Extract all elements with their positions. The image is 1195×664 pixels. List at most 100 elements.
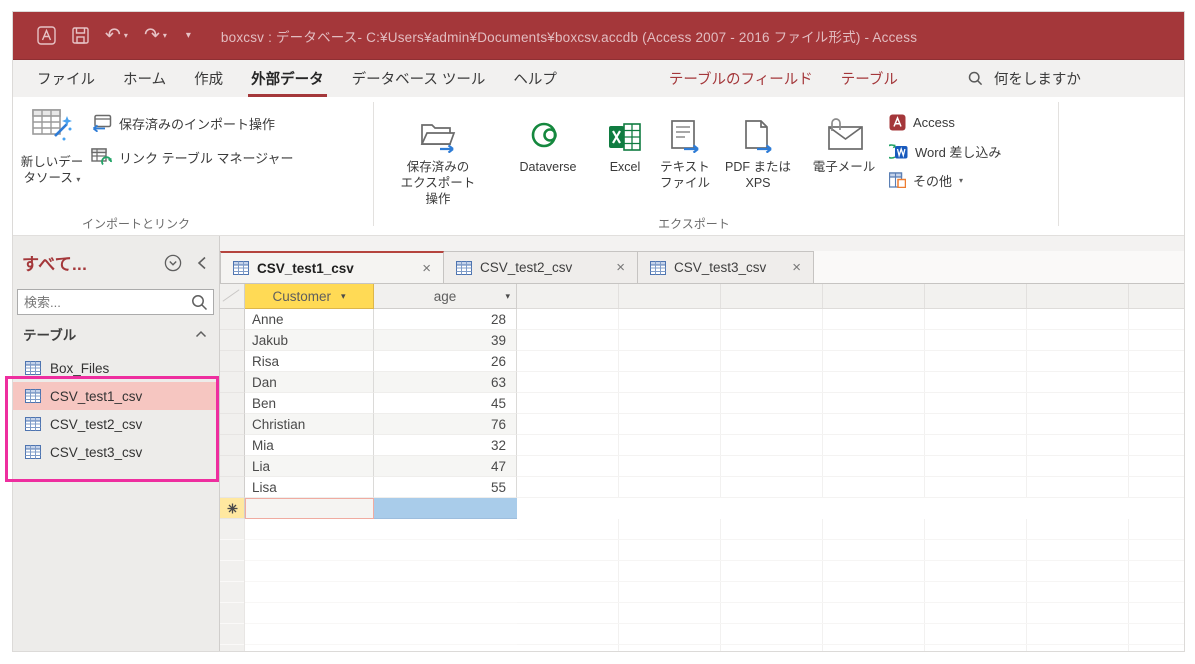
- nav-search-box[interactable]: [17, 289, 214, 315]
- row-selector[interactable]: [220, 351, 245, 372]
- tab-strip: CSV_test1_csv × CSV_test2_csv × CSV_test3_cs…: [220, 251, 1184, 284]
- ribbon-tab-4[interactable]: 外部データ: [237, 60, 338, 97]
- cell-customer[interactable]: Risa: [245, 351, 374, 372]
- new-data-source-label-2: タソース: [23, 171, 73, 185]
- more-export-icon: [889, 172, 906, 188]
- dataverse-button[interactable]: Dataverse: [505, 105, 591, 175]
- excel-icon: [609, 123, 641, 151]
- row-selector[interactable]: [220, 393, 245, 414]
- word-merge-button[interactable]: Word 差し込み: [889, 140, 1001, 162]
- redo-button[interactable]: ↷ ▾: [144, 26, 167, 45]
- ribbon-tab-3[interactable]: 作成: [180, 60, 237, 97]
- select-all-cell[interactable]: [220, 284, 245, 309]
- new-record-selector[interactable]: [220, 498, 245, 519]
- new-record-cell-customer[interactable]: [245, 498, 374, 519]
- cell-age[interactable]: 28: [374, 309, 517, 330]
- saved-imports-button[interactable]: 保存済みのインポート操作: [91, 111, 275, 135]
- cell-customer[interactable]: Lia: [245, 456, 374, 477]
- search-icon: [968, 71, 983, 86]
- shutter-close-icon[interactable]: [197, 256, 207, 270]
- cell-customer[interactable]: Anne: [245, 309, 374, 330]
- row-selector[interactable]: [220, 372, 245, 393]
- email-button[interactable]: 電子メール: [803, 105, 885, 175]
- row-selector[interactable]: [220, 414, 245, 435]
- cell-customer[interactable]: Jakub: [245, 330, 374, 351]
- nav-search-input[interactable]: [18, 290, 213, 314]
- cell-customer[interactable]: Mia: [245, 435, 374, 456]
- new-record-icon: [227, 503, 237, 513]
- saved-imports-icon: [92, 114, 112, 132]
- row-selector[interactable]: [220, 456, 245, 477]
- undo-button[interactable]: ↶ ▾: [105, 26, 128, 45]
- row-selector[interactable]: [220, 477, 245, 498]
- cell-customer[interactable]: Ben: [245, 393, 374, 414]
- title-bar: ↶ ▾ ↷ ▾ ▾ boxcsv : データベース- C:¥Users¥admin¥…: [13, 12, 1184, 60]
- ribbon-tab-8[interactable]: テーブル: [827, 60, 912, 97]
- close-icon[interactable]: ×: [420, 260, 433, 277]
- filter-dropdown-icon[interactable]: ▾: [505, 291, 510, 302]
- nav-pane-menu-icon[interactable]: [164, 254, 182, 272]
- cell-customer[interactable]: Christian: [245, 414, 374, 435]
- cell-age[interactable]: 55: [374, 477, 517, 498]
- column-header-age[interactable]: age ▾: [374, 284, 517, 309]
- cell-age[interactable]: 39: [374, 330, 517, 351]
- new-data-source-label-1: 新しいデー: [20, 155, 84, 169]
- excel-export-button[interactable]: Excel: [597, 105, 653, 175]
- new-record-cell-age[interactable]: [374, 498, 517, 519]
- table-row: Christian 76: [220, 414, 517, 435]
- document-tab-CSV_test2_csv[interactable]: CSV_test2_csv ×: [444, 251, 638, 283]
- document-tab-CSV_test3_csv[interactable]: CSV_test3_csv ×: [638, 251, 814, 283]
- row-selector[interactable]: [220, 435, 245, 456]
- access-export-button[interactable]: Access: [889, 111, 955, 133]
- ribbon-tab-1[interactable]: ファイル: [23, 60, 109, 97]
- more-export-label: その他: [913, 173, 953, 189]
- row-selector[interactable]: [220, 309, 245, 330]
- nav-pane-title[interactable]: すべて...: [22, 250, 87, 275]
- nav-item-CSV_test2_csv[interactable]: CSV_test2_csv: [13, 410, 219, 438]
- cell-age[interactable]: 47: [374, 456, 517, 477]
- new-data-source-button[interactable]: 新しいデー タソース ▾: [19, 102, 85, 229]
- save-icon[interactable]: [72, 27, 89, 44]
- cell-customer[interactable]: Lisa: [245, 477, 374, 498]
- tell-me-search[interactable]: 何をしますか: [968, 60, 1081, 97]
- ribbon-tab-7[interactable]: テーブルのフィールド: [655, 60, 827, 97]
- close-icon[interactable]: ×: [614, 259, 627, 276]
- cell-age[interactable]: 76: [374, 414, 517, 435]
- column-header-customer[interactable]: Customer ▾: [245, 284, 374, 309]
- document-tab-CSV_test1_csv[interactable]: CSV_test1_csv ×: [220, 251, 444, 283]
- nav-section-tables[interactable]: テーブル: [13, 322, 219, 346]
- linked-table-manager-button[interactable]: リンク テーブル マネージャー: [91, 145, 294, 169]
- cell-age[interactable]: 45: [374, 393, 517, 414]
- header-empty-area: [517, 284, 1184, 309]
- nav-item-CSV_test1_csv[interactable]: CSV_test1_csv: [13, 382, 219, 410]
- ribbon-tab-2[interactable]: ホーム: [109, 60, 180, 97]
- close-icon[interactable]: ×: [790, 259, 803, 276]
- table-row: Lisa 55: [220, 477, 517, 498]
- table-icon: [25, 417, 41, 431]
- table-row: Dan 63: [220, 372, 517, 393]
- access-export-label: Access: [913, 114, 955, 130]
- ribbon-tab-5[interactable]: データベース ツール: [338, 60, 500, 97]
- ribbon-tab-6[interactable]: ヘルプ: [499, 60, 571, 97]
- pdf-xps-button[interactable]: PDF または XPS: [717, 105, 799, 191]
- tell-me-label: 何をしますか: [993, 72, 1081, 88]
- cell-age[interactable]: 32: [374, 435, 517, 456]
- cell-age[interactable]: 63: [374, 372, 517, 393]
- table-icon: [456, 260, 472, 275]
- chevron-down-icon: ▾: [162, 31, 167, 40]
- nav-item-Box_Files[interactable]: Box_Files: [13, 354, 219, 382]
- saved-imports-label: 保存済みのインポート操作: [119, 116, 276, 132]
- nav-item-CSV_test3_csv[interactable]: CSV_test3_csv: [13, 438, 219, 466]
- row-selector[interactable]: [220, 330, 245, 351]
- cell-age[interactable]: 26: [374, 351, 517, 372]
- more-export-button[interactable]: その他 ▾: [889, 169, 963, 191]
- chevron-down-icon: ▾: [959, 175, 964, 185]
- cell-customer[interactable]: Dan: [245, 372, 374, 393]
- datasheet: Customer ▾ age ▾ Anne 28 Jakub 39 Risa 26 Dan 6…: [220, 284, 1184, 651]
- filter-dropdown-icon[interactable]: ▾: [341, 291, 346, 302]
- customize-quick-access-icon[interactable]: ▾: [183, 30, 191, 41]
- excel-label: Excel: [609, 160, 641, 174]
- saved-exports-button[interactable]: 保存済みの エクスポート操作: [395, 105, 481, 207]
- table-icon: [25, 389, 41, 403]
- text-file-button[interactable]: テキスト ファイル: [657, 105, 713, 191]
